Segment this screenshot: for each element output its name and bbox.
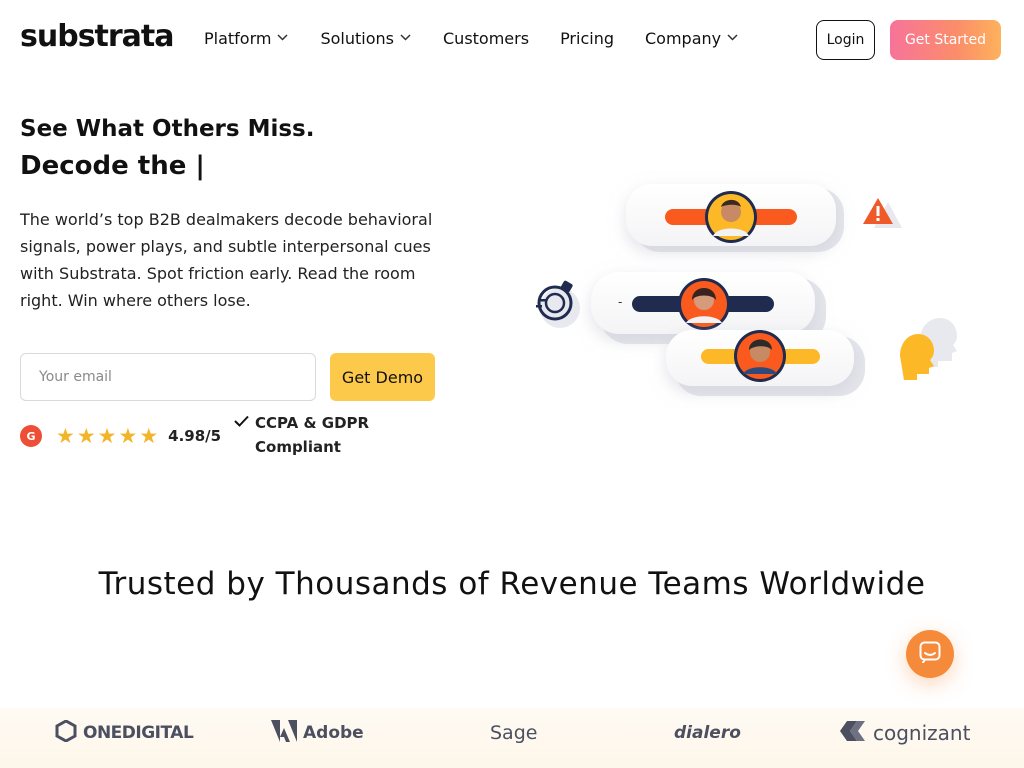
nav-item-label: Solutions — [320, 29, 394, 48]
cognizant-logo: cognizant — [839, 720, 970, 746]
nav-item-label: Pricing — [560, 29, 614, 48]
nav-item-label: Company — [645, 29, 722, 48]
onedigital-logo: ONEDIGITAL — [55, 718, 194, 747]
chevron-down-icon — [727, 27, 738, 49]
compliance-text: CCPA & GDPR Compliant — [255, 414, 370, 456]
chat-bubble-icon — [919, 641, 941, 667]
onedigital-mark-icon — [55, 718, 77, 747]
dialero-logo: dialero — [674, 720, 741, 746]
check-icon — [234, 411, 249, 433]
trusted-heading: Trusted by Thousands of Revenue Teams Wo… — [98, 566, 926, 602]
rating-value: 4.98/5 — [168, 427, 222, 445]
star-icon: ★ — [76, 424, 96, 448]
g2-rating[interactable]: G ★ ★ ★ ★ ★ 4.98/5 — [20, 422, 221, 450]
star-icon: ★ — [97, 424, 117, 448]
g2-logo-icon: G — [20, 425, 42, 447]
chevron-down-icon — [400, 27, 411, 49]
get-started-button[interactable]: Get Started — [890, 20, 1001, 60]
hero-illustration: - — [536, 184, 957, 396]
nav-item-company[interactable]: Company — [645, 28, 738, 50]
star-icon: ★ — [56, 424, 75, 448]
hero-typewriter-headline: Decode the | — [20, 151, 205, 181]
email-input[interactable] — [20, 353, 316, 401]
adobe-logo: Adobe — [271, 719, 364, 747]
hero-description: The world’s top B2B dealmakers decode be… — [20, 210, 433, 310]
head-icon — [900, 318, 957, 380]
warning-icon — [863, 198, 902, 228]
chat-launcher-button[interactable] — [906, 630, 954, 678]
signal-card-top — [626, 184, 844, 252]
star-icon: ★ — [139, 424, 159, 448]
compliance-badge: CCPA & GDPR Compliant — [234, 411, 385, 459]
logo-label: dialero — [674, 723, 741, 743]
logo-label: cognizant — [873, 721, 971, 745]
star-icon: ★ — [118, 424, 138, 448]
nav-item-solutions[interactable]: Solutions — [320, 28, 411, 50]
adobe-mark-icon — [271, 719, 297, 747]
get-demo-button[interactable]: Get Demo — [330, 353, 435, 401]
login-button[interactable]: Login — [816, 20, 875, 60]
chevron-down-icon — [277, 27, 289, 49]
nav-item-platform[interactable]: Platform — [204, 27, 289, 50]
logo-label: Sage — [490, 722, 538, 744]
cognizant-mark-icon — [839, 720, 867, 747]
main-menu: Platform Solutions Customers Pricing Com… — [204, 28, 738, 50]
top-navigation: substrata Platform Solutions Customers P… — [0, 0, 1024, 80]
nav-item-pricing[interactable]: Pricing — [560, 28, 614, 50]
substrata-logo[interactable]: substrata — [20, 20, 175, 54]
sage-logo: Sage — [490, 720, 537, 746]
nav-item-label: Platform — [204, 29, 272, 48]
hero-headline: See What Others Miss. — [20, 116, 315, 142]
stopwatch-icon — [536, 280, 580, 328]
nav-item-label: Customers — [443, 29, 530, 48]
nav-item-customers[interactable]: Customers — [443, 28, 529, 50]
signal-card-bottom — [666, 330, 865, 396]
logo-label: Adobe — [303, 723, 364, 743]
illustration-dash: - — [618, 295, 622, 309]
logo-label: ONEDIGITAL — [83, 723, 194, 743]
